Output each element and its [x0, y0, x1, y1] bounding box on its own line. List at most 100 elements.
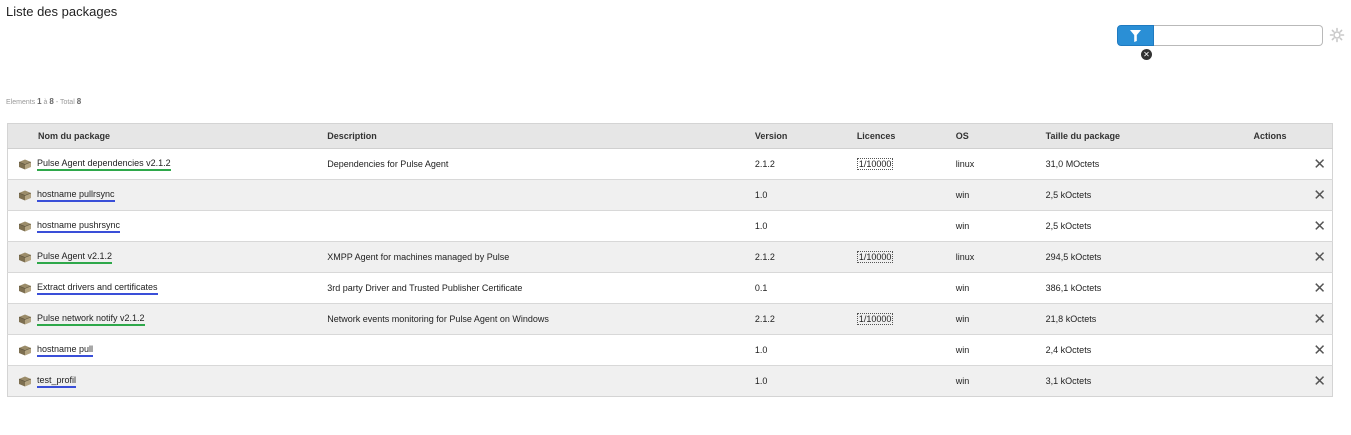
- cell-actions: ✕: [1252, 334, 1333, 366]
- cell-name: Pulse network notify v2.1.2: [7, 303, 328, 335]
- delete-x-icon[interactable]: ✕: [1313, 280, 1326, 296]
- delete-x-icon[interactable]: ✕: [1313, 218, 1326, 234]
- package-box-icon: [18, 345, 32, 355]
- cell-actions: ✕: [1252, 148, 1333, 180]
- cell-licences: [856, 365, 956, 397]
- clear-filter-icon[interactable]: ✕: [1141, 49, 1152, 60]
- cell-description: [327, 365, 755, 397]
- cell-size: 3,1 kOctets: [1045, 365, 1253, 397]
- pager-from: 1: [37, 97, 42, 106]
- licence-count[interactable]: 1/10000: [856, 313, 894, 325]
- delete-x-icon[interactable]: ✕: [1313, 342, 1326, 358]
- pager-prefix: Elements: [6, 99, 36, 106]
- cell-actions: ✕: [1252, 303, 1333, 335]
- cell-description: 3rd party Driver and Trusted Publisher C…: [327, 272, 755, 304]
- filter-input[interactable]: [1154, 25, 1323, 46]
- cell-version: 1.0: [754, 334, 857, 366]
- table-row: Pulse Agent v2.1.2 XMPP Agent for machine…: [7, 241, 1333, 273]
- page-title: Liste des packages: [6, 4, 118, 19]
- col-header-size[interactable]: Taille du package: [1045, 123, 1253, 149]
- cell-description: XMPP Agent for machines managed by Pulse: [327, 241, 755, 273]
- delete-x-icon[interactable]: ✕: [1313, 249, 1326, 265]
- cell-actions: ✕: [1252, 365, 1333, 397]
- cell-licences: [856, 272, 956, 304]
- delete-x-icon[interactable]: ✕: [1313, 187, 1326, 203]
- col-header-version[interactable]: Version: [754, 123, 857, 149]
- col-header-description[interactable]: Description: [327, 123, 755, 149]
- cell-licences: [856, 210, 956, 242]
- cell-actions: ✕: [1252, 210, 1333, 242]
- delete-x-icon[interactable]: ✕: [1313, 373, 1326, 389]
- cell-name: hostname pullrsync: [7, 179, 328, 211]
- cell-os: win: [955, 210, 1046, 242]
- cell-description: [327, 334, 755, 366]
- filter-funnel-icon: [1130, 29, 1141, 42]
- delete-x-icon[interactable]: ✕: [1313, 311, 1326, 327]
- licence-count[interactable]: 1/10000: [856, 251, 894, 263]
- gear-icon[interactable]: [1329, 27, 1345, 43]
- pager-to: 8: [49, 97, 54, 106]
- cell-name: hostname pushrsync: [7, 210, 328, 242]
- cell-version: 1.0: [754, 365, 857, 397]
- cell-version: 2.1.2: [754, 241, 857, 273]
- package-name-link[interactable]: hostname pull: [37, 344, 94, 357]
- cell-os: win: [955, 272, 1046, 304]
- filter-button[interactable]: [1117, 25, 1154, 46]
- cell-licences: [856, 179, 956, 211]
- package-name-link[interactable]: Pulse Agent v2.1.2: [37, 251, 113, 264]
- cell-actions: ✕: [1252, 272, 1333, 304]
- package-box-icon: [18, 376, 32, 386]
- cell-size: 21,8 kOctets: [1045, 303, 1253, 335]
- cell-licences: [856, 334, 956, 366]
- cell-version: 1.0: [754, 179, 857, 211]
- licence-count[interactable]: 1/10000: [856, 158, 894, 170]
- cell-version: 0.1: [754, 272, 857, 304]
- col-header-os[interactable]: OS: [955, 123, 1046, 149]
- cell-os: win: [955, 365, 1046, 397]
- cell-version: 1.0: [754, 210, 857, 242]
- table-row: hostname pullrsync 1.0 win 2,5 kOctets ✕: [7, 179, 1333, 211]
- package-box-icon: [18, 190, 32, 200]
- cell-size: 31,0 MOctets: [1045, 148, 1253, 180]
- package-name-link[interactable]: hostname pullrsync: [37, 189, 115, 202]
- col-header-licences[interactable]: Licences: [856, 123, 956, 149]
- cell-size: 2,5 kOctets: [1045, 210, 1253, 242]
- cell-licences: 1/10000: [856, 148, 956, 180]
- cell-name: Pulse Agent dependencies v2.1.2: [7, 148, 328, 180]
- cell-description: [327, 210, 755, 242]
- pager-total: 8: [76, 97, 82, 106]
- package-name-link[interactable]: hostname pushrsync: [37, 220, 121, 233]
- package-box-icon: [18, 221, 32, 231]
- package-name-link[interactable]: Pulse Agent dependencies v2.1.2: [37, 158, 171, 171]
- table-row: test_profil 1.0 win 3,1 kOctets ✕: [7, 365, 1333, 397]
- package-name-link[interactable]: test_profil: [37, 375, 77, 388]
- package-name-link[interactable]: Pulse network notify v2.1.2: [37, 313, 145, 326]
- delete-x-icon[interactable]: ✕: [1313, 156, 1326, 172]
- cell-os: win: [955, 179, 1046, 211]
- cell-name: Pulse Agent v2.1.2: [7, 241, 328, 273]
- package-name-link[interactable]: Extract drivers and certificates: [37, 282, 158, 295]
- table-row: Extract drivers and certificates 3rd part…: [7, 272, 1333, 304]
- cell-size: 386,1 kOctets: [1045, 272, 1253, 304]
- cell-actions: ✕: [1252, 241, 1333, 273]
- cell-actions: ✕: [1252, 179, 1333, 211]
- cell-description: Dependencies for Pulse Agent: [327, 148, 755, 180]
- pager-sep: à: [43, 99, 48, 106]
- package-box-icon: [18, 283, 32, 293]
- package-box-icon: [18, 159, 32, 169]
- table-row: Pulse Agent dependencies v2.1.2 Dependenc…: [7, 148, 1333, 180]
- cell-name: Extract drivers and certificates: [7, 272, 328, 304]
- cell-os: linux: [955, 241, 1046, 273]
- cell-os: win: [955, 334, 1046, 366]
- cell-os: win: [955, 303, 1046, 335]
- table-row: hostname pushrsync 1.0 win 2,5 kOctets ✕: [7, 210, 1333, 242]
- packages-table: Nom du package Description Version Licen…: [7, 123, 1333, 397]
- cell-size: 2,4 kOctets: [1045, 334, 1253, 366]
- package-box-icon: [18, 314, 32, 324]
- cell-description: [327, 179, 755, 211]
- col-header-name[interactable]: Nom du package: [7, 123, 328, 149]
- cell-size: 2,5 kOctets: [1045, 179, 1253, 211]
- cell-name: test_profil: [7, 365, 328, 397]
- cell-os: linux: [955, 148, 1046, 180]
- table-header-row: Nom du package Description Version Licen…: [7, 123, 1333, 149]
